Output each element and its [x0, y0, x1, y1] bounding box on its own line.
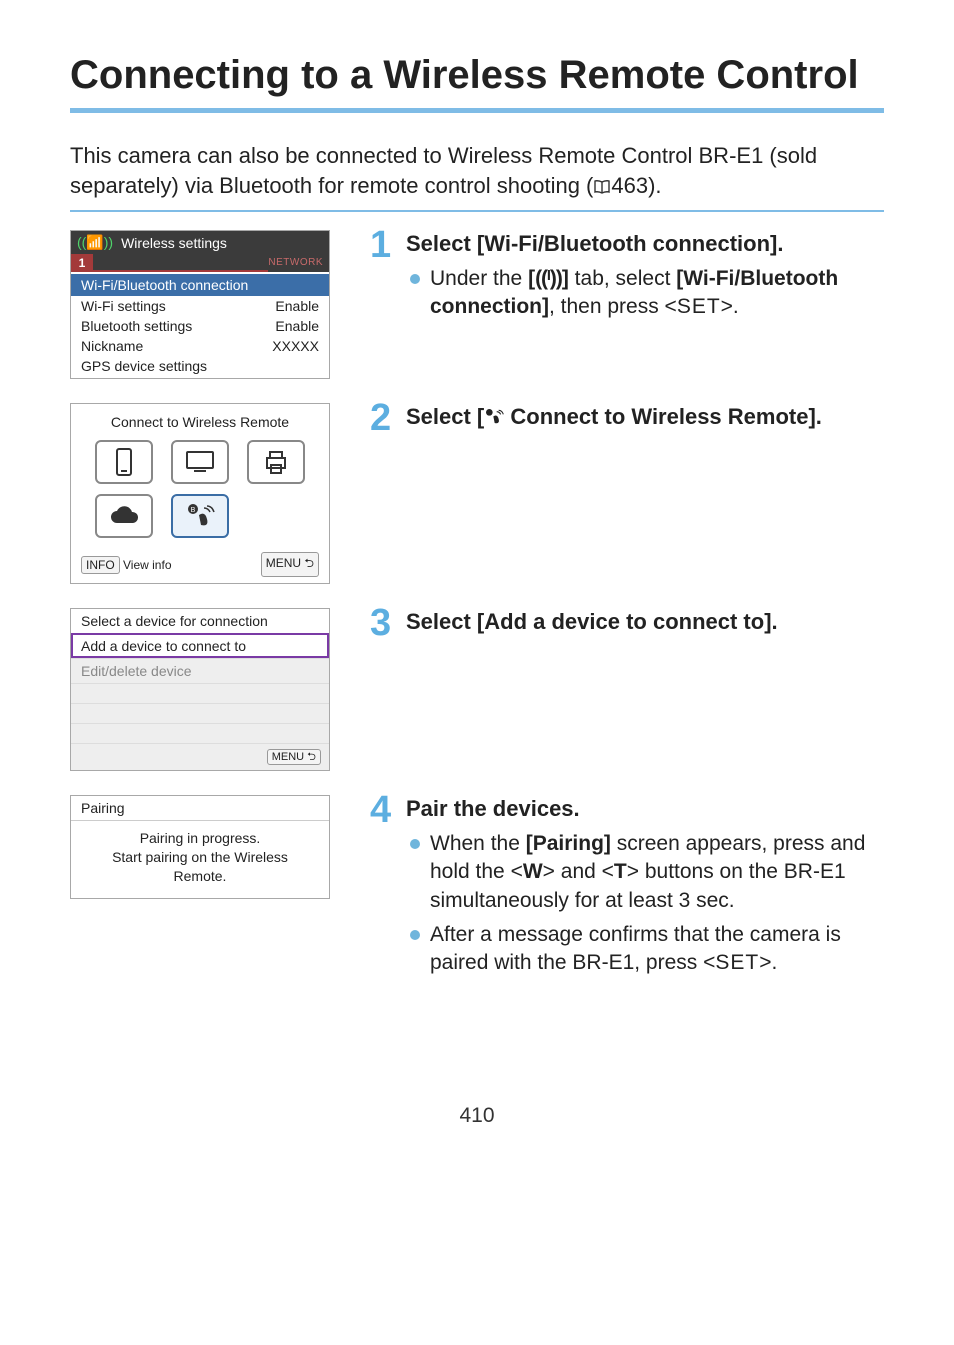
screenshot-select-device: Select a device for connection Add a dev… — [70, 608, 330, 771]
bt-remote-inline-icon — [484, 404, 504, 429]
intro-underline — [70, 210, 884, 212]
step4-bullet-2: After a message confirms that the camera… — [406, 921, 884, 978]
svg-text:B: B — [191, 507, 196, 514]
menu-row-bluetooth-settings: Bluetooth settingsEnable — [71, 316, 329, 336]
pairing-message: Pairing in progress. Start pairing on th… — [71, 821, 329, 886]
cloud-icon — [95, 494, 153, 538]
screenshot2-header: Connect to Wireless Remote — [81, 414, 319, 430]
edit-delete-item: Edit/delete device — [71, 658, 329, 683]
step-number-4: 4 — [370, 793, 398, 827]
intro-text: This camera can also be connected to Wir… — [70, 141, 884, 202]
book-icon — [593, 173, 611, 203]
step1-bullet-1: Under the [((ᴵ))] tab, select [Wi-Fi/Blu… — [406, 265, 884, 322]
view-info-label: View info — [123, 558, 171, 572]
network-label: NETWORK — [268, 254, 329, 272]
step3-heading: Select [Add a device to connect to]. — [406, 608, 884, 637]
monitor-icon — [171, 440, 229, 484]
step-number-3: 3 — [370, 606, 398, 640]
pairing-header: Pairing — [71, 800, 329, 821]
step4-heading: Pair the devices. — [406, 795, 884, 824]
menu-row-nickname: NicknameXXXXX — [71, 336, 329, 356]
add-device-item: Add a device to connect to — [71, 633, 329, 658]
menu-row-wifi-settings: Wi-Fi settingsEnable — [71, 296, 329, 316]
page-number: 410 — [70, 1104, 884, 1128]
step4-bullet-1: When the [Pairing] screen appears, press… — [406, 830, 884, 915]
page-title: Connecting to a Wireless Remote Control — [70, 50, 884, 100]
screenshot-connect-remote: Connect to Wireless Remote — [70, 403, 330, 584]
antenna-icon: ((📶)) — [77, 234, 113, 251]
info-button: INFO — [81, 556, 120, 574]
bt-remote-icon: B — [171, 494, 229, 538]
menu-button: MENU ⮌ — [261, 552, 319, 577]
screenshot-header: Wireless settings — [121, 235, 227, 251]
screenshot-wireless-settings: ((📶)) Wireless settings 1 NETWORK Wi-Fi/… — [70, 230, 330, 379]
printer-icon — [247, 440, 305, 484]
menu-tab-1: 1 — [71, 254, 93, 272]
screenshot-pairing: Pairing Pairing in progress. Start pairi… — [70, 795, 330, 899]
menu-button: MENU ⮌ — [267, 749, 321, 765]
step-number-2: 2 — [370, 401, 398, 435]
step-number-1: 1 — [370, 228, 398, 262]
step1-heading: Select [Wi-Fi/Bluetooth connection]. — [406, 230, 884, 259]
menu-row-wifi-bt-connection: Wi-Fi/Bluetooth connection — [71, 274, 329, 296]
menu-row-gps: GPS device settings — [71, 356, 329, 376]
title-underline — [70, 108, 884, 113]
smartphone-icon — [95, 440, 153, 484]
step2-heading: Select [ Connect to Wireless Remote]. — [406, 403, 884, 432]
screenshot3-header: Select a device for connection — [71, 609, 329, 633]
